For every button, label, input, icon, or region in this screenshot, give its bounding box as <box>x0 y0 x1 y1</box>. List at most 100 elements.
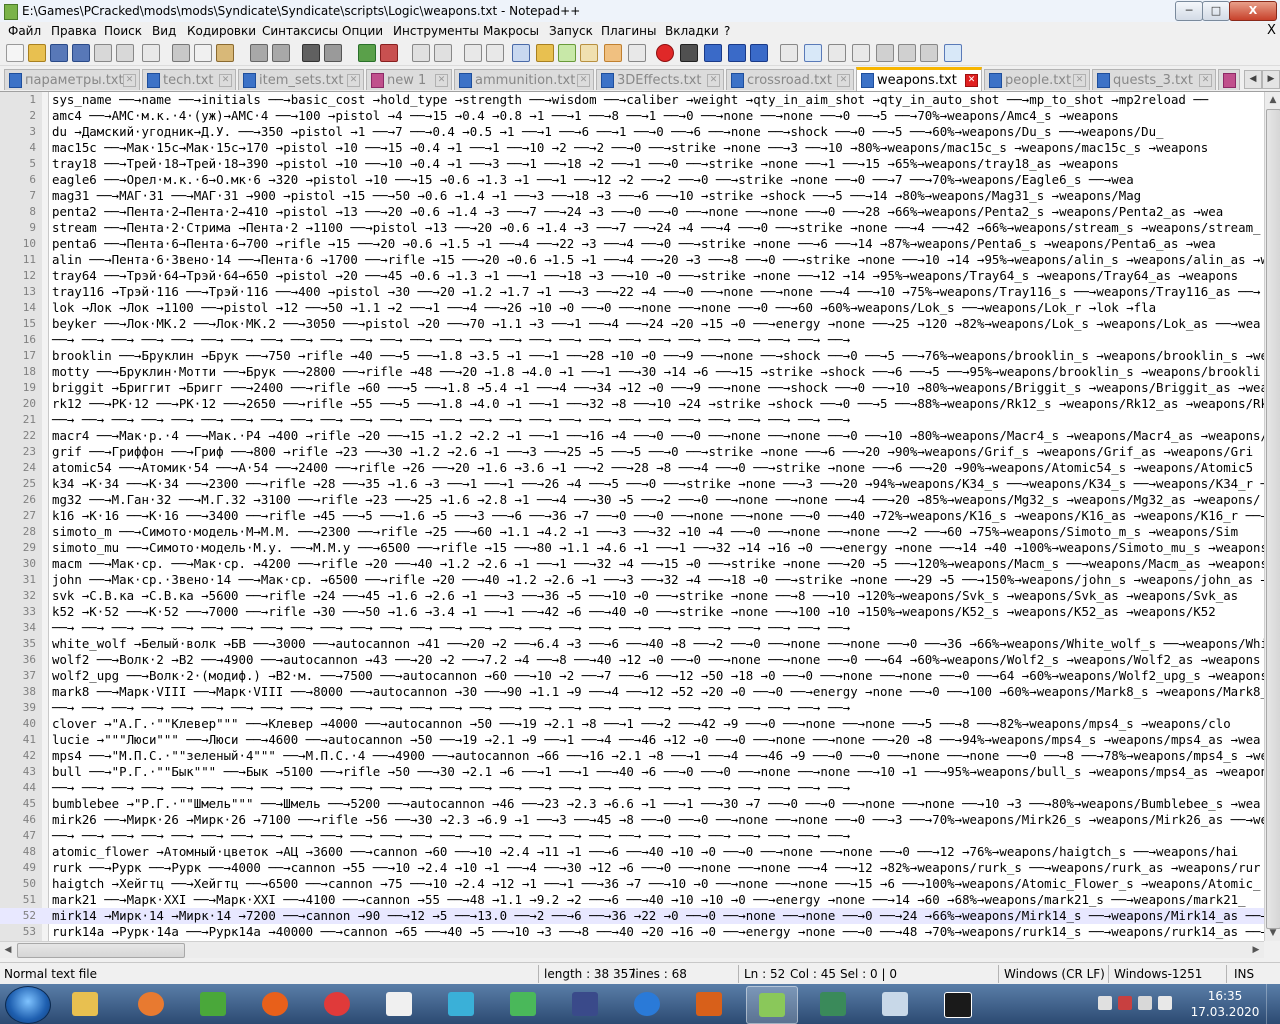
print-icon[interactable] <box>142 44 160 62</box>
line-text[interactable]: mps4 ──→"М.П.С.·""зеленый·4""" ──→М.П.С.… <box>52 748 1264 764</box>
editor-line[interactable]: 38 mark8 ──→Марк·VIII ──→Марк·VIII ──→800… <box>0 684 1264 700</box>
menu-plugins[interactable]: Плагины <box>601 24 656 38</box>
line-text[interactable]: grif ──→Гриффон ──→Гриф ──→800 →rifle →2… <box>52 444 1253 460</box>
vertical-scroll-thumb[interactable] <box>1266 109 1280 929</box>
tab-item-sets[interactable]: item_sets.txt ✕ <box>238 69 364 90</box>
function-list-icon[interactable] <box>580 44 598 62</box>
tab-overflow[interactable] <box>1218 69 1240 90</box>
editor-line[interactable]: 34 ──→ ──→ ──→ ──→ ──→ ──→ ──→ ──→ ──→ ──… <box>0 620 1264 636</box>
editor-line[interactable]: 17 brooklin ──→Бруклин →Брук ──→750 →rifl… <box>0 348 1264 364</box>
editor-line[interactable]: 9 stream ──→Пента·2·Стрима →Пента·2 →1100… <box>0 220 1264 236</box>
status-encoding[interactable]: Windows-1251 <box>1114 967 1202 981</box>
tab-close-icon[interactable]: ✕ <box>347 74 360 87</box>
editor-line[interactable]: 12 tray64 ──→Трэй·64→Трэй·64→650 →pistol … <box>0 268 1264 284</box>
plugin-d-icon[interactable] <box>852 44 870 62</box>
doc-map-icon[interactable] <box>558 44 576 62</box>
line-text[interactable]: eagle6 ──→Орел·м.к.·6→О.мк·6 →320 →pisto… <box>52 172 1134 188</box>
line-text[interactable]: tray18 ──→Трей·18→Трей·18→390 →pistol →1… <box>52 156 1119 172</box>
tab-close-icon[interactable]: ✕ <box>435 74 448 87</box>
word-wrap-icon[interactable] <box>464 44 482 62</box>
taskbar-shield[interactable] <box>560 986 610 1022</box>
line-text[interactable]: mg32 ──→М.Ган·32 ──→М.Г.32 →3100 ──→rifl… <box>52 492 1261 508</box>
menu-macro[interactable]: Макросы <box>483 24 539 38</box>
scroll-left-icon[interactable]: ◀ <box>0 942 16 958</box>
line-text[interactable]: rurk14a →Рурк·14а ──→Рурк14а →40000 ──→c… <box>52 924 1264 940</box>
run-macro-multiple-icon[interactable] <box>728 44 746 62</box>
line-text[interactable]: ──→ ──→ ──→ ──→ ──→ ──→ ──→ ──→ ──→ ──→ … <box>52 332 850 348</box>
line-text[interactable]: mirk14 →Мирк·14 →Мирк·14 →7200 ──→cannon… <box>52 908 1264 924</box>
editor-line[interactable]: 45 bumblebee →"Р.Г.·""Шмель""" ──→Шмель ─… <box>0 796 1264 812</box>
line-text[interactable]: ──→ ──→ ──→ ──→ ──→ ──→ ──→ ──→ ──→ ──→ … <box>52 828 850 844</box>
taskbar-notepadpp[interactable] <box>746 986 798 1024</box>
zoom-out-icon[interactable] <box>380 44 398 62</box>
editor-line[interactable]: 44 ──→ ──→ ──→ ──→ ──→ ──→ ──→ ──→ ──→ ──… <box>0 780 1264 796</box>
editor-line[interactable]: 23 grif ──→Гриффон ──→Гриф ──→800 →rifle … <box>0 444 1264 460</box>
line-text[interactable]: tray64 ──→Трэй·64→Трэй·64→650 →pistol →2… <box>52 268 1238 284</box>
line-text[interactable]: motty ──→Бруклин·Мотти ──→Брук ──→2800 ─… <box>52 364 1261 380</box>
tab-ammunition[interactable]: ammunition.txt ✕ <box>454 69 594 90</box>
line-text[interactable]: k34 →К·34 ──→К·34 ──→2300 ──→rifle →28 ─… <box>52 476 1264 492</box>
line-text[interactable]: tray116 →Трэй·116 ──→Трэй·116 ──→400 →pi… <box>52 284 1261 300</box>
sort-icon[interactable] <box>920 44 938 62</box>
line-text[interactable]: bull ──→"Р.Г.·""Бык""" ──→Бык →5100 ──→r… <box>52 764 1264 780</box>
tab-close-icon[interactable]: ✕ <box>707 74 720 87</box>
editor-line[interactable]: 10 penta6 ──→Пента·6→Пента·6→700 →rifle →… <box>0 236 1264 252</box>
scroll-right-icon[interactable]: ▶ <box>1248 942 1264 958</box>
close-all-icon[interactable] <box>116 44 134 62</box>
close-window-button[interactable]: X <box>1229 1 1277 21</box>
taskbar-firefox[interactable] <box>250 986 300 1022</box>
line-text[interactable]: mac15c ──→Мак·15с→Мак·15с→170 →pistol →1… <box>52 140 1208 156</box>
line-text[interactable]: bumblebee →"Р.Г.·""Шмель""" ──→Шмель ──→… <box>52 796 1261 812</box>
monitoring-icon[interactable] <box>628 44 646 62</box>
line-text[interactable]: mark8 ──→Марк·VIII ──→Марк·VIII ──→8000 … <box>52 684 1264 700</box>
find-icon[interactable] <box>302 44 320 62</box>
cut-icon[interactable] <box>172 44 190 62</box>
editor-line[interactable]: 41 lucie →"""Люси""" ──→Люси ──→4600 ──→a… <box>0 732 1264 748</box>
taskbar-game2[interactable] <box>684 986 734 1022</box>
line-text[interactable]: macr4 ──→Мак·р.·4 ──→Мак.·P4 →400 →rifle… <box>52 428 1264 444</box>
plugin-c-icon[interactable] <box>828 44 846 62</box>
tab-tech[interactable]: tech.txt ✕ <box>142 69 236 90</box>
editor-line[interactable]: 36 wolf2 ──→Волк·2 →B2 ──→4900 ──→autocan… <box>0 652 1264 668</box>
menu-help[interactable]: ? <box>724 24 730 38</box>
editor-line[interactable]: 15 beyker ──→Лок·МК.2 ──→Лок·МК.2 ──→3050… <box>0 316 1264 332</box>
editor-line[interactable]: 14 lok →Лок →Лок →1100 ──→pistol →12 ──→5… <box>0 300 1264 316</box>
menu-syntax[interactable]: Синтаксисы <box>262 24 338 38</box>
line-text[interactable]: brooklin ──→Бруклин →Брук ──→750 →rifle … <box>52 348 1264 364</box>
editor-line[interactable]: 2 amc4 ──→AMC·м.к.·4·(уж)→AMC·4 ──→100 →p… <box>0 108 1264 124</box>
editor-line[interactable]: 33 k52 →К·52 ──→К·52 ──→7000 ──→rifle →30… <box>0 604 1264 620</box>
editor-line[interactable]: 3 du →Дамский·угодник→Д.У. ──→350 →pistol… <box>0 124 1264 140</box>
line-text[interactable]: stream ──→Пента·2·Стрима →Пента·2 →1100 … <box>52 220 1261 236</box>
tab-new-1[interactable]: new 1 ✕ <box>366 69 452 90</box>
editor-line[interactable]: 16 ──→ ──→ ──→ ──→ ──→ ──→ ──→ ──→ ──→ ──… <box>0 332 1264 348</box>
open-file-icon[interactable] <box>28 44 46 62</box>
menu-window[interactable]: Вкладки <box>665 24 719 38</box>
horizontal-scroll-thumb[interactable] <box>17 943 185 958</box>
sync-vertical-icon[interactable] <box>412 44 430 62</box>
line-text[interactable]: rurk ──→Рурк ──→Рурк ──→4000 ──→cannon →… <box>52 860 1261 876</box>
line-text[interactable]: beyker ──→Лок·МК.2 ──→Лок·МК.2 ──→3050 ─… <box>52 316 1261 332</box>
editor-line[interactable]: 11 alin ──→Пента·6·Звено·14 ──→Пента·6 →1… <box>0 252 1264 268</box>
editor-line[interactable]: 1 sys_name ──→name ──→initials ──→basic_c… <box>0 92 1264 108</box>
taskbar-clock[interactable]: 16:35 17.03.2020 <box>1190 988 1260 1020</box>
redo-icon[interactable] <box>272 44 290 62</box>
editor-line[interactable]: 42 mps4 ──→"М.П.С.·""зеленый·4""" ──→М.П.… <box>0 748 1264 764</box>
menu-encoding[interactable]: Кодировки <box>187 24 256 38</box>
tab-scroll-left-icon[interactable]: ◀ <box>1244 70 1262 89</box>
folder-workspace-icon[interactable] <box>604 44 622 62</box>
line-text[interactable]: ──→ ──→ ──→ ──→ ──→ ──→ ──→ ──→ ──→ ──→ … <box>52 700 850 716</box>
editor-line[interactable]: 18 motty ──→Бруклин·Мотти ──→Брук ──→2800… <box>0 364 1264 380</box>
line-text[interactable]: atomic54 ──→Атомик·54 ──→А·54 ──→2400 ──… <box>52 460 1253 476</box>
taskbar-utorrent[interactable] <box>188 986 238 1022</box>
line-text[interactable]: lucie →"""Люси""" ──→Люси ──→4600 ──→aut… <box>52 732 1261 748</box>
line-text[interactable]: wolf2_upg ──→Волк·2·(модиф.) →В2·м. ──→7… <box>52 668 1264 684</box>
editor-line[interactable]: 53 rurk14a →Рурк·14а ──→Рурк14а →40000 ──… <box>0 924 1264 940</box>
compare-icon[interactable] <box>944 44 962 62</box>
horizontal-scrollbar[interactable]: ◀ ▶ <box>0 941 1264 958</box>
menu-run[interactable]: Запуск <box>549 24 593 38</box>
tab-crossroad[interactable]: crossroad.txt ✕ <box>726 69 854 90</box>
tab-close-icon[interactable]: ✕ <box>577 74 590 87</box>
close-file-icon[interactable] <box>94 44 112 62</box>
plugin-a-icon[interactable] <box>780 44 798 62</box>
tab-scroll-right-icon[interactable]: ▶ <box>1262 70 1280 89</box>
